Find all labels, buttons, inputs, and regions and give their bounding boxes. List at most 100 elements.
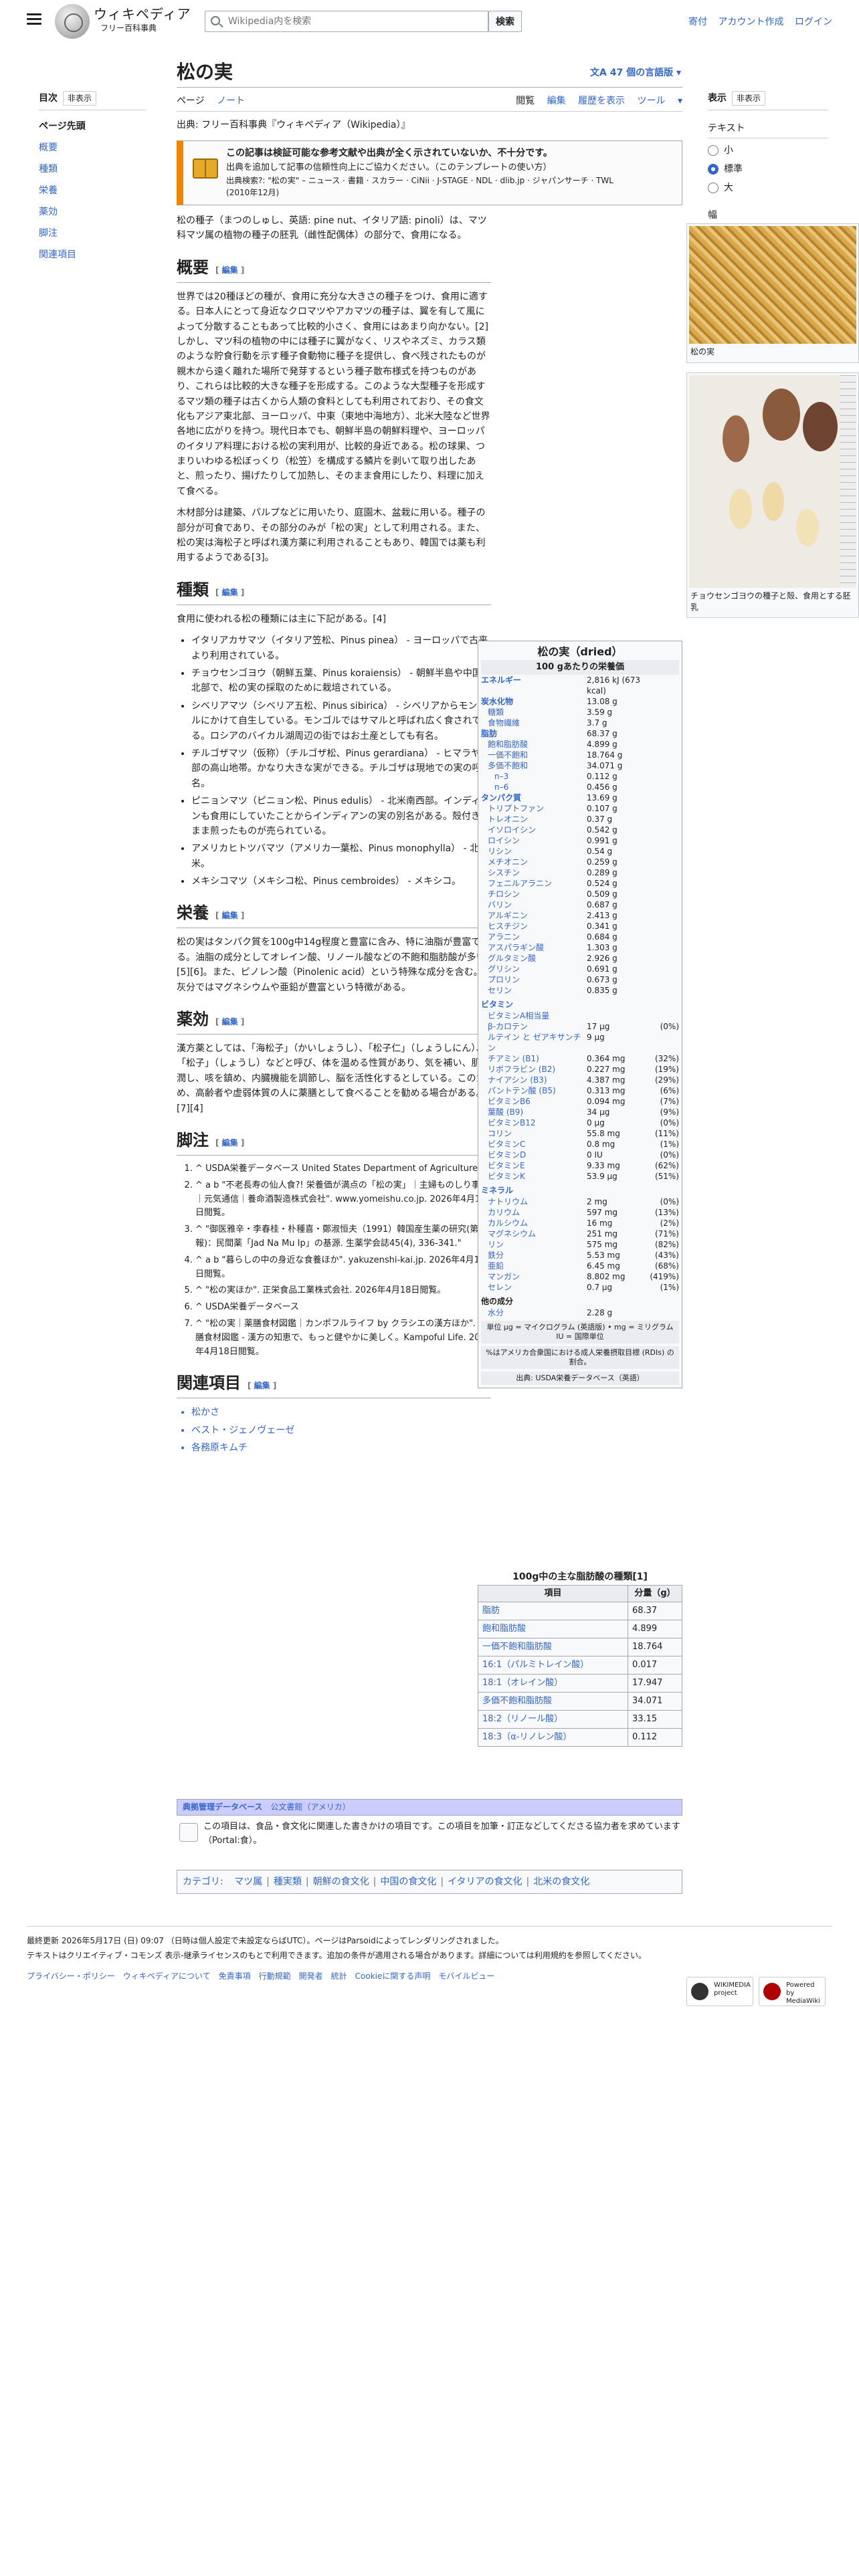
seed-and-shell-image[interactable] bbox=[689, 374, 856, 588]
navbox-title[interactable]: 典拠管理データベース bbox=[183, 1802, 262, 1812]
nutrient-name[interactable]: シスチン bbox=[481, 867, 587, 878]
nutrient-name[interactable]: ロイシン bbox=[481, 835, 587, 846]
related-link[interactable]: 松かさ bbox=[191, 1405, 491, 1420]
radio-circle-icon[interactable] bbox=[708, 182, 719, 193]
login-link[interactable]: ログイン bbox=[795, 17, 832, 27]
nutrient-name[interactable]: ビタミンA相当量 bbox=[481, 1010, 587, 1021]
search-box[interactable] bbox=[205, 11, 488, 32]
appearance-radio[interactable]: 標準 bbox=[708, 160, 828, 179]
reference-item[interactable]: ^ "松の実ほか". 正栄食品工業株式会社. 2026年4月18日閲覧。 bbox=[195, 1284, 491, 1298]
category-link[interactable]: 朝鮮の食文化 bbox=[313, 1876, 369, 1887]
nutrient-name[interactable]: ビタミンB12 bbox=[481, 1117, 587, 1128]
footer-link[interactable]: 行動規範 bbox=[259, 1971, 291, 1981]
nutrient-name[interactable]: 食物繊維 bbox=[481, 718, 587, 728]
category-link[interactable]: マツ属 bbox=[234, 1876, 262, 1887]
edit-link[interactable]: 編集 bbox=[248, 1381, 276, 1390]
nutrient-name[interactable]: ビタミンK bbox=[481, 1171, 587, 1182]
nutrient-name[interactable]: フェニルアラニン bbox=[481, 878, 587, 889]
reference-item[interactable]: ^ "松の実｜薬膳食材図鑑｜カンポフルライフ by クラシエの漢方ほか". 薬膳… bbox=[195, 1317, 491, 1359]
nutrient-name[interactable]: ビタミンE bbox=[481, 1160, 587, 1171]
create-account-link[interactable]: アカウント作成 bbox=[719, 17, 784, 27]
category-link[interactable]: イタリアの食文化 bbox=[448, 1876, 522, 1887]
donate-link[interactable]: 寄付 bbox=[688, 17, 707, 27]
tab-talk[interactable]: ノート bbox=[217, 96, 245, 106]
nutrient-name[interactable]: メチオニン bbox=[481, 857, 587, 867]
toc-item-overview[interactable]: 概要 bbox=[39, 137, 146, 158]
nutrient-name[interactable]: リボフラビン (B2) bbox=[481, 1064, 587, 1075]
nutrient-name[interactable]: セリン bbox=[481, 985, 587, 996]
infobox-source[interactable]: 出典: USDA栄養データベース（英語） bbox=[481, 1372, 679, 1385]
radio-circle-icon[interactable] bbox=[708, 144, 719, 156]
tab-history[interactable]: 履歴を表示 bbox=[578, 96, 625, 106]
nutrient-name[interactable]: グルタミン酸 bbox=[481, 953, 587, 964]
nutrient-name[interactable]: イソロイシン bbox=[481, 825, 587, 835]
nutrient-name[interactable]: マンガン bbox=[481, 1271, 587, 1282]
nutrient-name[interactable]: チアミン (B1) bbox=[481, 1053, 587, 1064]
appearance-hide-button[interactable]: 非表示 bbox=[732, 91, 766, 106]
nutrient-name[interactable]: 飽和脂肪酸 bbox=[481, 739, 587, 750]
nutrient-name[interactable]: アルギニン bbox=[481, 910, 587, 921]
fatty-acid-name[interactable]: 18:3（α-リノレン酸） bbox=[478, 1728, 628, 1747]
mediawiki-badge[interactable]: Powered by MediaWiki bbox=[759, 1977, 826, 2006]
footer-link[interactable]: 免責事項 bbox=[219, 1971, 251, 1981]
nutrient-name[interactable]: パントテン酸 (B5) bbox=[481, 1085, 587, 1096]
category-label[interactable]: カテゴリ: bbox=[183, 1876, 223, 1887]
nutrient-name[interactable]: プロリン bbox=[481, 974, 587, 985]
toc-item-notes[interactable]: 脚注 bbox=[39, 223, 146, 244]
minerals-heading[interactable]: ミネラル bbox=[481, 1184, 679, 1196]
wikimedia-badge[interactable]: WIKIMEDIA project bbox=[686, 1977, 753, 2006]
nutrient-name[interactable]: マグネシウム bbox=[481, 1228, 587, 1239]
toc-hide-button[interactable]: 非表示 bbox=[63, 91, 97, 106]
fatty-acid-name[interactable]: 16:1（パルミトレイン酸） bbox=[478, 1656, 628, 1675]
footer-link[interactable]: ウィキペディアについて bbox=[123, 1971, 211, 1981]
nutrient-name[interactable]: 多価不飽和 bbox=[481, 760, 587, 771]
nutrient-name[interactable]: カルシウム bbox=[481, 1218, 587, 1228]
tab-tools[interactable]: ツール bbox=[638, 96, 666, 106]
fatty-acid-name[interactable]: 一価不飽和脂肪酸 bbox=[478, 1638, 628, 1656]
toc-item-nutrition[interactable]: 栄養 bbox=[39, 180, 146, 201]
nutrient-name[interactable]: n–6 bbox=[481, 782, 587, 792]
nutrient-name[interactable]: n–3 bbox=[481, 771, 587, 782]
category-link[interactable]: 中国の食文化 bbox=[380, 1876, 436, 1887]
reference-item[interactable]: ^ USDA栄養データベース United States Department … bbox=[195, 1162, 491, 1176]
nutrient-name[interactable]: コリン bbox=[481, 1128, 587, 1139]
category-link[interactable]: 北米の食文化 bbox=[533, 1876, 589, 1887]
nutrient-name[interactable]: ルテイン と ゼアキサンチン bbox=[481, 1032, 587, 1053]
edit-link[interactable]: 編集 bbox=[215, 588, 244, 597]
edit-link[interactable]: 編集 bbox=[215, 911, 244, 920]
nutrient-name[interactable]: タンパク質 bbox=[481, 792, 587, 803]
fatty-acid-name[interactable]: 脂肪 bbox=[478, 1602, 628, 1620]
toc-item-related[interactable]: 関連項目 bbox=[39, 244, 146, 265]
tab-page[interactable]: ページ bbox=[177, 96, 205, 106]
nutrient-name[interactable]: β-カロテン bbox=[481, 1021, 587, 1032]
pine-nuts-image[interactable] bbox=[689, 226, 856, 344]
wordmark[interactable]: ウィキペディア bbox=[94, 5, 191, 23]
nutrient-name[interactable]: トリプトファン bbox=[481, 803, 587, 814]
nutrient-name[interactable]: ビタミンD bbox=[481, 1150, 587, 1160]
appearance-radio[interactable]: 大 bbox=[708, 179, 828, 197]
wikipedia-globe-icon[interactable] bbox=[55, 4, 90, 39]
toc-item-medicine[interactable]: 薬効 bbox=[39, 201, 146, 223]
nutrient-name[interactable]: セレン bbox=[481, 1282, 587, 1293]
nutrient-name[interactable]: ナイアシン (B3) bbox=[481, 1075, 587, 1085]
reference-item[interactable]: ^ a b "暮らしの中の身近な食養ほか". yakuzenshi-kai.jp… bbox=[195, 1254, 491, 1282]
nutrient-name[interactable]: リシン bbox=[481, 846, 587, 857]
tab-edit[interactable]: 編集 bbox=[547, 96, 566, 106]
related-link[interactable]: ベスト・ジェノヴェーゼ bbox=[191, 1423, 491, 1438]
reference-item[interactable]: ^ "御医雅辛・李春桂・朴種喜・鄭淑恒夫（1991）韓国産生薬の研究(第7報)：… bbox=[195, 1223, 491, 1251]
nutrient-name[interactable]: ビタミンC bbox=[481, 1139, 587, 1150]
search-button[interactable]: 検索 bbox=[488, 11, 522, 32]
fatty-acid-name[interactable]: 18:1（オレイン酸） bbox=[478, 1674, 628, 1693]
nutrient-name[interactable]: アラニン bbox=[481, 932, 587, 942]
edit-link[interactable]: 編集 bbox=[215, 265, 244, 275]
nutrient-name[interactable]: 鉄分 bbox=[481, 1250, 587, 1261]
reference-item[interactable]: ^ a b "不老長寿の仙人食?! 栄養価が満点の「松の実」｜主婦ものしり事典｜… bbox=[195, 1179, 491, 1220]
nutrient-name[interactable]: エネルギー bbox=[481, 675, 587, 696]
nutrient-name[interactable]: 糖類 bbox=[481, 707, 587, 718]
navbox-link[interactable]: 公文書館（アメリカ） bbox=[270, 1802, 350, 1812]
nutrient-name[interactable]: カリウム bbox=[481, 1207, 587, 1218]
footer-link[interactable]: 開発者 bbox=[299, 1971, 323, 1981]
edit-link[interactable]: 編集 bbox=[215, 1017, 244, 1027]
nutrient-name[interactable]: 一価不飽和 bbox=[481, 750, 587, 760]
nutrient-name[interactable]: 炭水化物 bbox=[481, 696, 587, 707]
